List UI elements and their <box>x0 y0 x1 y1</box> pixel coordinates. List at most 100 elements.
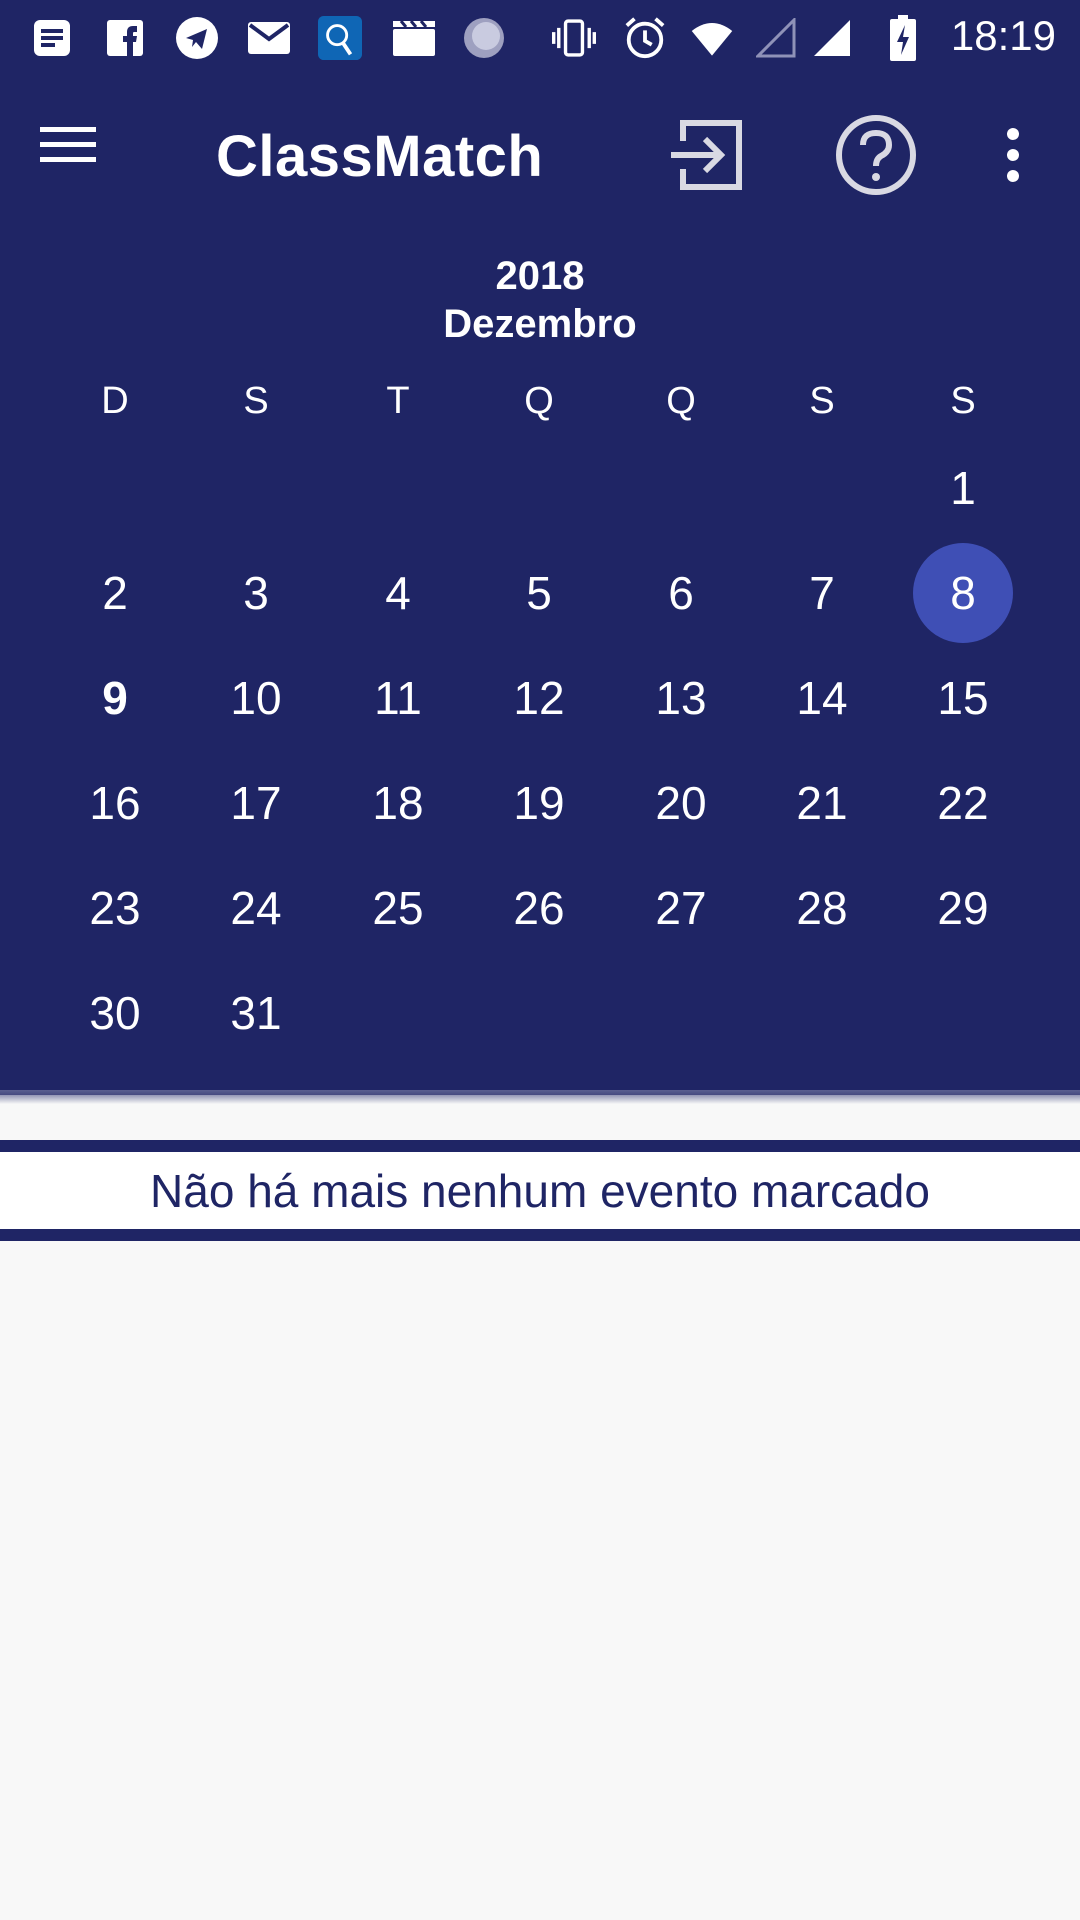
day-number: 13 <box>655 672 707 724</box>
day-number: 24 <box>230 882 282 934</box>
day-number: 17 <box>230 777 282 829</box>
login-button[interactable] <box>657 105 757 205</box>
app-bar: ClassMatch <box>0 75 1080 240</box>
clapperboard-icon <box>392 16 436 60</box>
mail-icon <box>247 16 291 60</box>
wifi-icon <box>690 16 734 60</box>
calendar-day[interactable]: 12 <box>489 648 589 748</box>
calendar-day[interactable]: 29 <box>913 858 1013 958</box>
weekday-label: Q <box>666 380 696 422</box>
day-number: 18 <box>372 777 424 829</box>
calendar-day[interactable]: 27 <box>631 858 731 958</box>
calendar-year: 2018 <box>495 254 585 298</box>
day-number: 3 <box>243 567 269 619</box>
calendar-day[interactable]: 14 <box>772 648 872 748</box>
day-number: 19 <box>513 777 565 829</box>
events-panel: Não há mais nenhum evento marcado <box>0 1140 1080 1241</box>
app-badge-icon <box>318 16 362 60</box>
weekday-label: T <box>386 380 410 422</box>
calendar-day-selected[interactable]: 8 <box>913 543 1013 643</box>
calendar-shadow <box>0 1090 1080 1104</box>
day-number: 16 <box>89 777 141 829</box>
day-number: 14 <box>796 672 848 724</box>
calendar-day[interactable]: 22 <box>913 753 1013 853</box>
weekday-label: S <box>950 380 976 422</box>
signal-empty-icon <box>754 16 798 60</box>
day-number: 20 <box>655 777 707 829</box>
hamburger-icon <box>40 127 96 162</box>
day-number: 29 <box>937 882 989 934</box>
calendar-day[interactable]: 9 <box>65 648 165 748</box>
day-number: 10 <box>230 672 282 724</box>
calendar-day[interactable]: 19 <box>489 753 589 853</box>
calendar-day[interactable]: 26 <box>489 858 589 958</box>
calendar-day[interactable]: 24 <box>206 858 306 958</box>
calendar-day[interactable]: 21 <box>772 753 872 853</box>
status-time: 18:19 <box>950 12 1056 59</box>
notes-icon <box>30 16 74 60</box>
alarm-icon <box>623 16 667 60</box>
calendar-day[interactable]: 18 <box>348 753 448 853</box>
more-options-icon <box>1007 128 1019 182</box>
weekday-label: S <box>243 380 269 422</box>
calendar-day[interactable]: 2 <box>65 543 165 643</box>
login-icon <box>671 120 742 190</box>
weekday-label: S <box>809 380 835 422</box>
calendar-day[interactable]: 16 <box>65 753 165 853</box>
calendar-day[interactable]: 31 <box>206 963 306 1063</box>
loading-icon <box>462 16 506 60</box>
day-number: 27 <box>655 882 707 934</box>
status-bar: 18:19 <box>0 0 1080 75</box>
calendar-day[interactable]: 5 <box>489 543 589 643</box>
calendar-day[interactable]: 15 <box>913 648 1013 748</box>
day-number: 23 <box>89 882 141 934</box>
day-number: 31 <box>230 987 282 1039</box>
day-number: 5 <box>526 567 552 619</box>
app-title: ClassMatch <box>216 124 544 189</box>
calendar-month: Dezembro <box>443 302 637 346</box>
calendar-day[interactable]: 7 <box>772 543 872 643</box>
calendar-day[interactable]: 25 <box>348 858 448 958</box>
calendar-day[interactable]: 1 <box>913 438 1013 538</box>
day-number: 4 <box>385 567 411 619</box>
day-number: 7 <box>809 567 835 619</box>
day-number: 11 <box>374 672 422 724</box>
calendar-day[interactable]: 4 <box>348 543 448 643</box>
day-number: 6 <box>668 567 694 619</box>
calendar-day[interactable]: 3 <box>206 543 306 643</box>
day-number: 22 <box>937 777 989 829</box>
day-number: 30 <box>89 987 141 1039</box>
calendar: 2018 Dezembro DSTQQSS 1 2 3 4 5 6 7 8 9 10 11 12 13 1… <box>0 240 1080 1095</box>
menu-button[interactable] <box>40 123 130 183</box>
day-number: 2 <box>102 567 128 619</box>
facebook-icon <box>103 16 147 60</box>
day-number: 9 <box>102 672 128 724</box>
day-number: 21 <box>796 777 848 829</box>
day-number: 26 <box>513 882 565 934</box>
calendar-day[interactable]: 17 <box>206 753 306 853</box>
calendar-day[interactable]: 10 <box>206 648 306 748</box>
calendar-day[interactable]: 30 <box>65 963 165 1063</box>
help-button[interactable] <box>826 105 926 205</box>
vibrate-icon <box>552 16 596 60</box>
calendar-day[interactable]: 23 <box>65 858 165 958</box>
battery-charging-icon <box>881 15 925 61</box>
day-number: 12 <box>513 672 565 724</box>
calendar-day[interactable]: 20 <box>631 753 731 853</box>
help-icon <box>836 115 916 195</box>
telegram-icon <box>175 16 219 60</box>
day-number: 8 <box>950 567 976 619</box>
more-options-button[interactable] <box>963 105 1063 205</box>
no-events-message: Não há mais nenhum evento marcado <box>150 1164 930 1217</box>
weekday-label: Q <box>524 380 554 422</box>
day-number: 28 <box>796 882 848 934</box>
calendar-day[interactable]: 13 <box>631 648 731 748</box>
signal-icon <box>810 16 854 60</box>
day-number: 25 <box>372 882 424 934</box>
calendar-day[interactable]: 6 <box>631 543 731 643</box>
day-number: 1 <box>950 462 976 514</box>
calendar-day[interactable]: 11 <box>348 648 448 748</box>
day-number: 15 <box>937 672 989 724</box>
weekday-label: D <box>101 380 129 422</box>
calendar-day[interactable]: 28 <box>772 858 872 958</box>
